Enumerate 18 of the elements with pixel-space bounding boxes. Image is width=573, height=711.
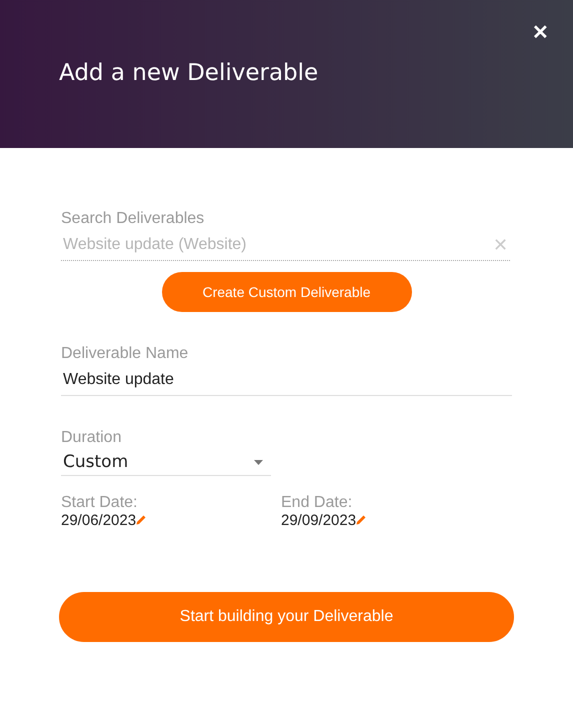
date-label: Start Date:	[61, 494, 138, 512]
pencil-icon	[356, 515, 366, 525]
field-value: Website update (Website)	[63, 236, 246, 254]
submit-button[interactable]: Start building your Deliverable	[59, 592, 514, 642]
date-value: 29/09/2023	[281, 512, 356, 529]
date-label: End Date:	[281, 494, 354, 512]
field-label: Duration	[61, 429, 122, 447]
dialog-title: Add a new Deliverable	[59, 60, 318, 88]
duration-dropdown[interactable]: Custom	[61, 447, 271, 476]
field-label: Search Deliverables	[61, 210, 206, 228]
date-value: 29/06/2023	[61, 512, 136, 529]
close-button[interactable]: ✕	[530, 18, 551, 47]
pencil-icon	[136, 515, 146, 525]
dropdown-value: Custom	[63, 452, 128, 472]
create-button[interactable]: Create Custom Deliverable	[162, 272, 412, 312]
name-field[interactable]: Website update	[61, 363, 512, 396]
caret-icon	[254, 460, 263, 464]
field-label: Deliverable Name	[61, 345, 190, 363]
